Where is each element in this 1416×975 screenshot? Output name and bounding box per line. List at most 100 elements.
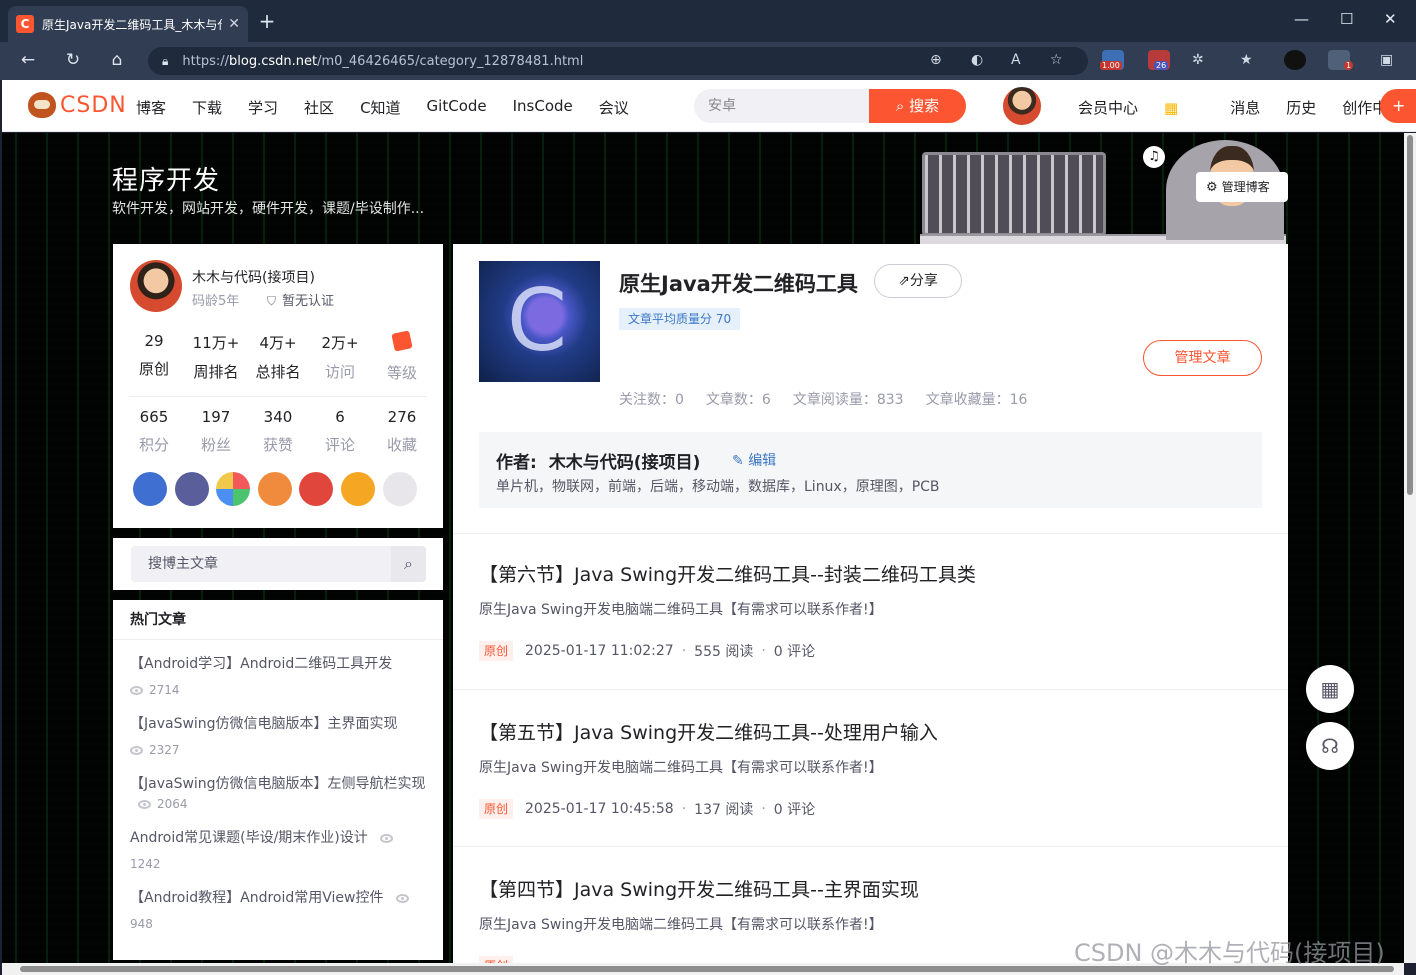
- address-field[interactable]: 🔒︎ https://blog.csdn.net/m0_46426465/cat…: [148, 47, 1088, 75]
- nav-inscode[interactable]: InsCode: [513, 97, 573, 118]
- nav-messages[interactable]: 消息: [1230, 97, 1260, 118]
- back-arrow-icon[interactable]: ←: [16, 50, 40, 70]
- article-comments: 0 评论: [773, 802, 816, 818]
- stat-original[interactable]: 29 原创: [123, 332, 185, 383]
- headset-icon[interactable]: ☊: [1306, 722, 1354, 770]
- list-item[interactable]: Android常见课题(毕设/期末作业)设计 1242: [113, 828, 443, 874]
- meta-separator: ·: [761, 801, 766, 817]
- hot-article-title[interactable]: 【Android教程】Android常用View控件: [130, 890, 383, 906]
- refresh-icon[interactable]: ↻: [61, 50, 85, 70]
- badge-icon[interactable]: [257, 472, 292, 506]
- nav-community[interactable]: 社区: [304, 97, 334, 118]
- sidebar-icon[interactable]: ▣: [1380, 52, 1393, 68]
- badge-icon[interactable]: [382, 472, 417, 506]
- nav-meeting[interactable]: 会议: [599, 97, 629, 118]
- read-aloud-icon[interactable]: A: [1011, 52, 1021, 68]
- gear-icon: ⚙: [1206, 180, 1218, 195]
- vertical-scrollbar[interactable]: [1404, 133, 1416, 963]
- category-main: 原生Java开发二维码工具 ⇗分享 文章平均质量分 70 管理文章 关注数：0 …: [453, 244, 1288, 964]
- article-title[interactable]: 【第六节】Java Swing开发二维码工具--封装二维码工具类: [479, 560, 1269, 587]
- manage-articles-button[interactable]: 管理文章: [1143, 340, 1262, 376]
- edit-label: 编辑: [748, 453, 777, 469]
- home-icon[interactable]: ⌂: [105, 50, 129, 70]
- blog-search-input[interactable]: 搜博主文章: [131, 546, 391, 582]
- user-nav: 会员中心 ▦ 消息 历史 创作中心: [1078, 97, 1416, 118]
- shield-icon: ⛉: [267, 294, 277, 308]
- article-meta: 原创 2025-01-17 10:45:58 · 137 阅读 · 0 评论: [479, 799, 1269, 819]
- close-icon[interactable]: ✕: [228, 16, 240, 32]
- list-item[interactable]: 【JavaSwing仿微信电脑版本】左侧导航栏实现 2064: [113, 774, 443, 814]
- maximize-icon[interactable]: ☐: [1340, 10, 1353, 28]
- article-desc: 原生Java Swing开发电脑端二维码工具【有需求可以联系作者!】: [479, 602, 883, 618]
- extension-badge: 26: [1154, 61, 1169, 70]
- site-search-button[interactable]: ⌕ 搜索: [869, 89, 966, 123]
- profile-name[interactable]: 木木与代码(接项目): [192, 267, 315, 287]
- nav-c-zhidao[interactable]: C知道: [360, 97, 400, 118]
- article-item[interactable]: 【第六节】Java Swing开发二维码工具--封装二维码工具类 原生Java …: [479, 560, 1269, 661]
- pencil-icon: ✎: [732, 453, 744, 469]
- nav-history[interactable]: 历史: [1286, 97, 1316, 118]
- puzzle-icon[interactable]: ✲: [1192, 52, 1204, 68]
- favorites-icon[interactable]: ★: [1240, 52, 1253, 68]
- badge-icon[interactable]: [299, 472, 334, 506]
- list-item[interactable]: 【Android学习】Android二维码工具开发 2714: [113, 654, 443, 700]
- stats-row: 665 积分 197 粉丝 340 获赞 6 评论 276 收藏: [123, 408, 433, 455]
- article-comments: 0 评论: [773, 644, 816, 660]
- qr-code-icon[interactable]: ▦: [1306, 665, 1354, 713]
- nav-member-center[interactable]: 会员中心 ▦: [1078, 97, 1204, 118]
- keyboard-illustration: [922, 152, 1106, 236]
- hot-article-title[interactable]: Android常见课题(毕设/期末作业)设计: [130, 830, 368, 846]
- search-icon[interactable]: ⌕: [391, 546, 426, 582]
- music-icon[interactable]: ♫: [1143, 146, 1165, 168]
- article-date: 2025-01-17 11:02:27: [525, 643, 674, 659]
- stat-fans[interactable]: 197 粉丝: [185, 408, 247, 455]
- nav-gitcode[interactable]: GitCode: [427, 97, 487, 118]
- original-tag: 原创: [479, 641, 514, 661]
- manage-blog-button[interactable]: ⚙ 管理博客: [1196, 172, 1288, 202]
- minimize-icon[interactable]: —: [1294, 10, 1309, 28]
- edit-button[interactable]: ✎ 编辑: [732, 450, 776, 470]
- list-item[interactable]: 【JavaSwing仿微信电脑版本】主界面实现 2327: [113, 714, 443, 760]
- stat-week-rank[interactable]: 11万+ 周排名: [185, 332, 247, 383]
- stat-favorites: 276 收藏: [371, 408, 433, 455]
- hot-article-title[interactable]: 【Android学习】Android二维码工具开发: [130, 656, 392, 672]
- stat-label: 总排名: [255, 363, 301, 381]
- article-title[interactable]: 【第四节】Java Swing开发二维码工具--主界面实现: [479, 875, 1269, 902]
- badge-icon[interactable]: [174, 472, 209, 506]
- avatar[interactable]: [130, 260, 182, 312]
- user-avatar[interactable]: [1001, 85, 1043, 127]
- nav-learn[interactable]: 学习: [248, 97, 278, 118]
- list-item[interactable]: 【Android教程】Android常用View控件 948: [113, 888, 443, 934]
- category-stats: 关注数：0 文章数：6 文章阅读量：833 文章收藏量：16: [619, 389, 1049, 409]
- profile-icon[interactable]: [1284, 50, 1306, 70]
- badge-icon[interactable]: [340, 472, 375, 506]
- certification: ⛉ 暂无认证: [267, 290, 334, 309]
- csdn-logo[interactable]: CSDN: [28, 92, 127, 118]
- author-name[interactable]: 木木与代码(接项目): [549, 453, 701, 473]
- stat-label: 获赞: [262, 436, 293, 454]
- favorite-star-icon[interactable]: ☆: [1050, 52, 1063, 68]
- edge-refresh-icon[interactable]: ◐: [971, 52, 983, 68]
- hot-article-title[interactable]: 【JavaSwing仿微信电脑版本】左侧导航栏实现: [130, 776, 426, 792]
- zoom-icon[interactable]: ⊕: [930, 52, 942, 68]
- share-button[interactable]: ⇗分享: [874, 264, 962, 298]
- badge-icon[interactable]: [216, 472, 251, 506]
- scrollbar-thumb[interactable]: [1407, 135, 1413, 495]
- nav-download[interactable]: 下载: [192, 97, 222, 118]
- hot-article-title[interactable]: 【JavaSwing仿微信电脑版本】主界面实现: [130, 716, 398, 732]
- window-close-icon[interactable]: ✕: [1384, 10, 1397, 28]
- new-tab-button[interactable]: +: [256, 10, 278, 32]
- article-item[interactable]: 【第五节】Java Swing开发二维码工具--处理用户输入 原生Java Sw…: [479, 718, 1269, 819]
- stat-label: 原创: [138, 360, 169, 378]
- badge-icon[interactable]: [133, 472, 167, 506]
- stat-label: 等级: [386, 364, 417, 382]
- search-icon: ⌕: [895, 97, 910, 115]
- stat-level[interactable]: 等级: [371, 330, 433, 383]
- stat-total-rank[interactable]: 4万+ 总排名: [247, 332, 309, 383]
- browser-tab[interactable]: C 原生Java开发二维码工具_木木与代 ✕: [8, 6, 248, 42]
- article-title[interactable]: 【第五节】Java Swing开发二维码工具--处理用户输入: [479, 718, 1269, 745]
- publish-button[interactable]: +: [1380, 89, 1416, 123]
- stat-value: 197: [201, 408, 231, 426]
- site-search-input[interactable]: 安卓: [694, 89, 870, 123]
- nav-blog[interactable]: 博客: [136, 97, 166, 118]
